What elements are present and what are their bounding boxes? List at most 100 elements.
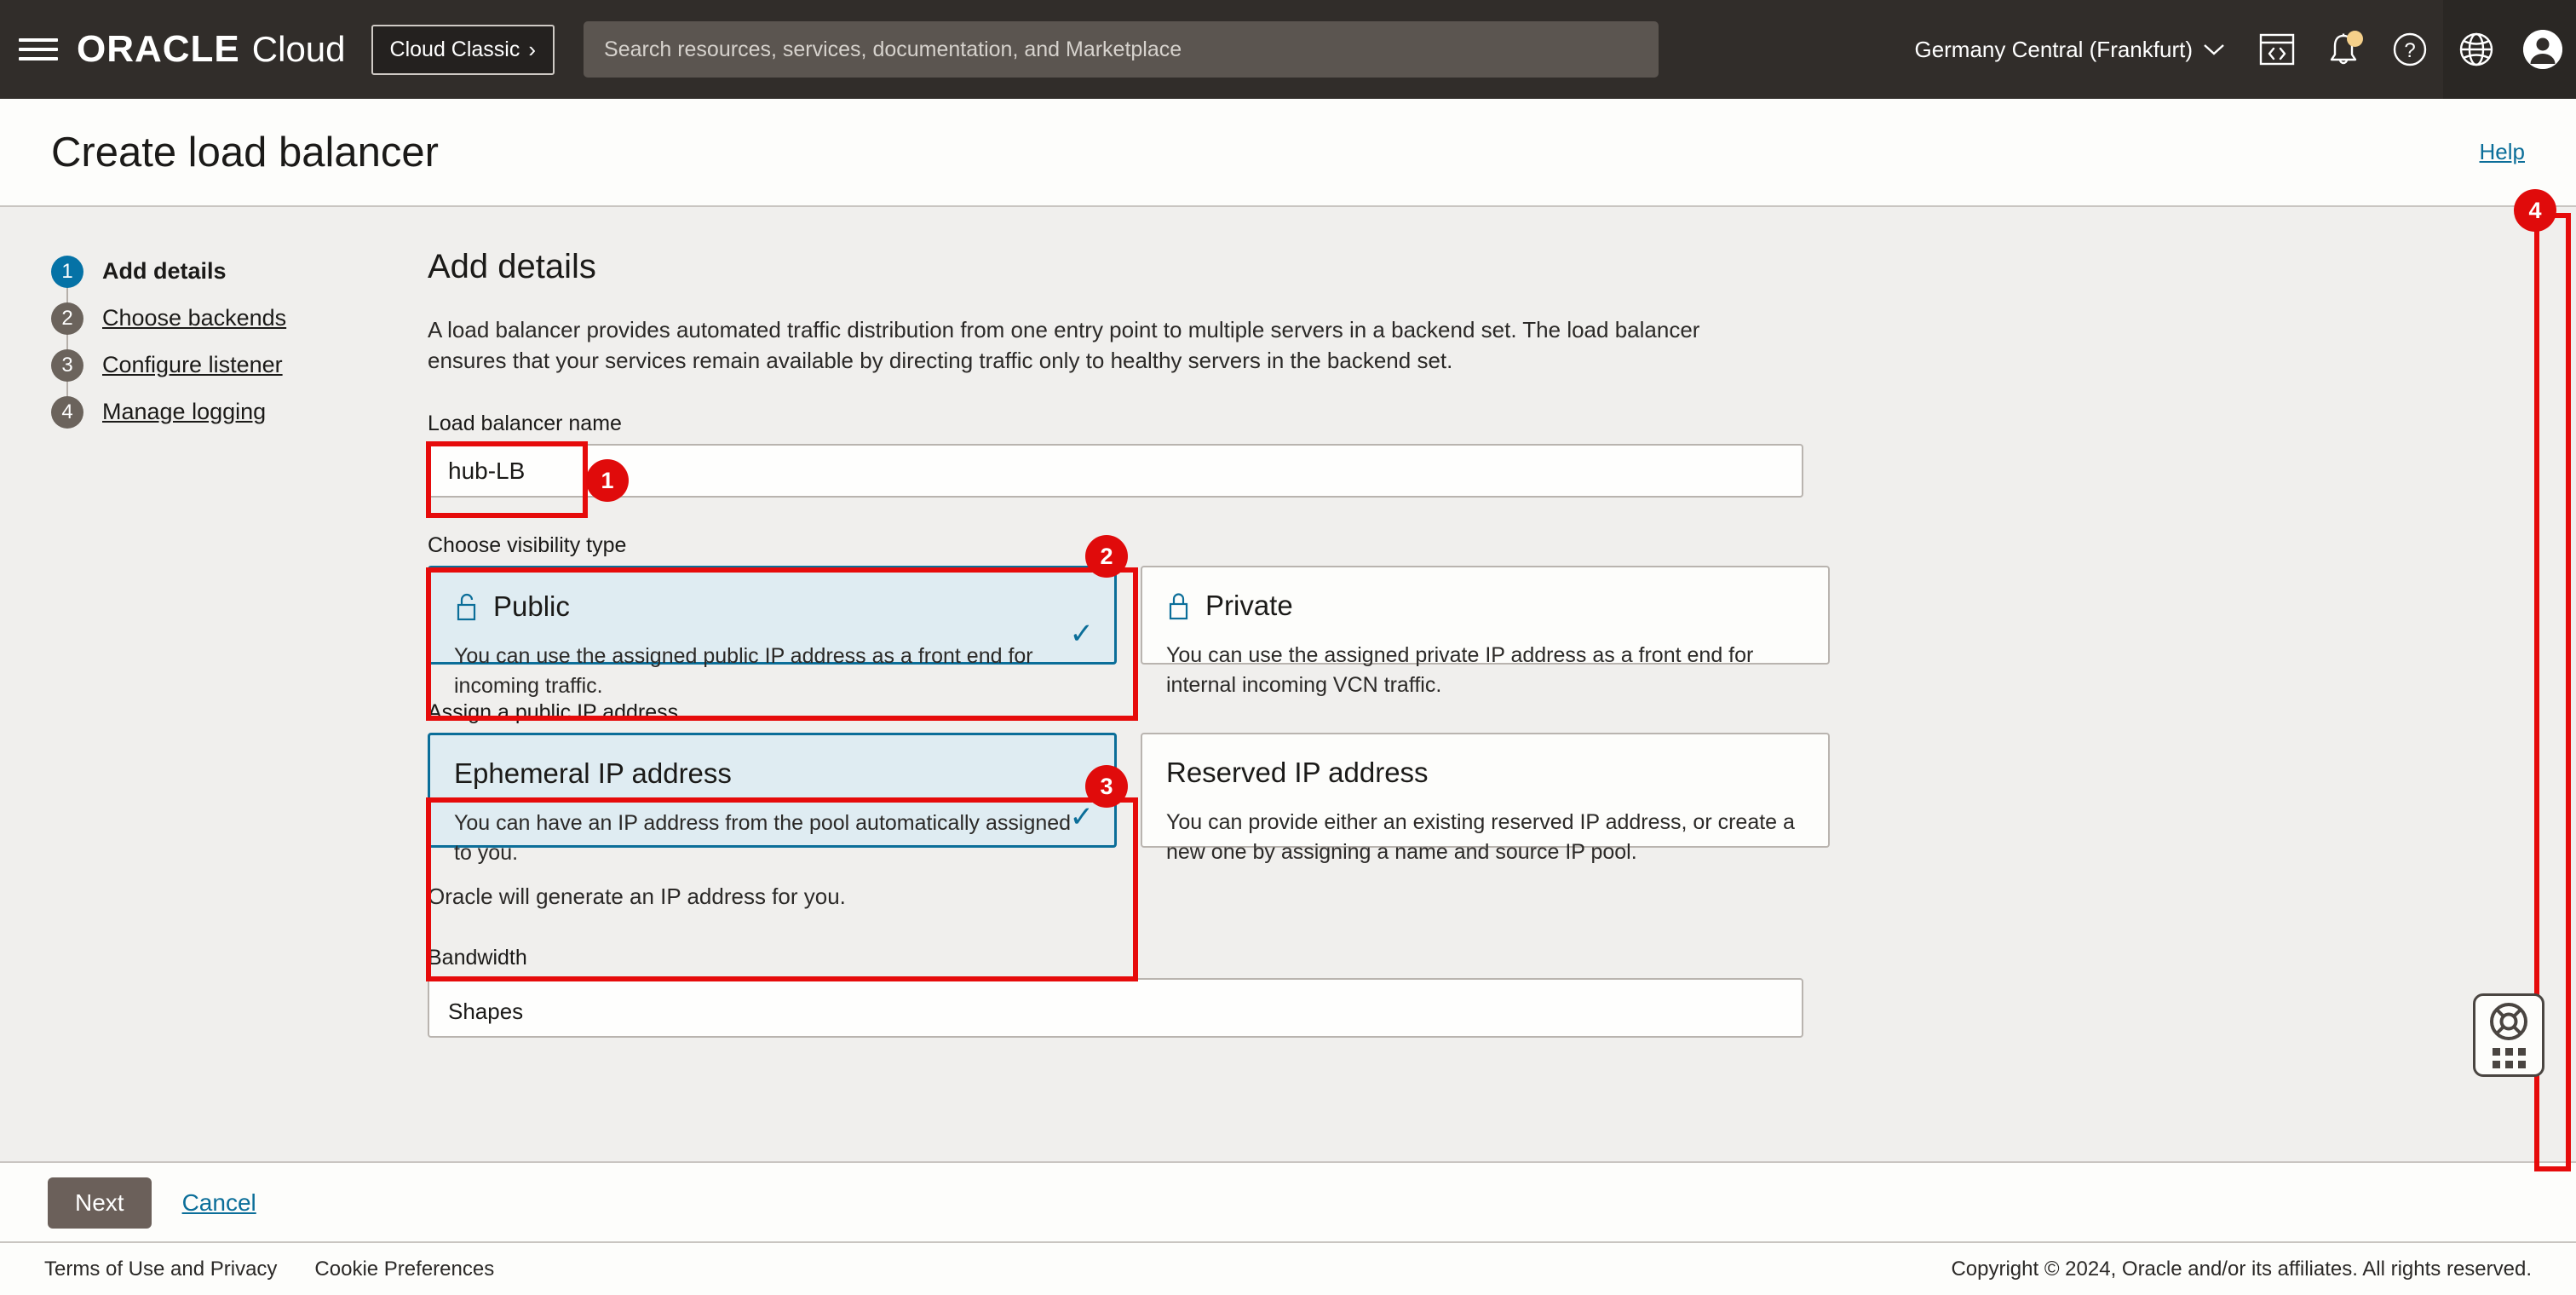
- dot: [2518, 1048, 2526, 1056]
- language-globe-icon[interactable]: [2443, 0, 2510, 99]
- lock-closed-icon: [1166, 591, 1192, 620]
- top-navigation-bar: ORACLE Cloud Cloud Classic › Search reso…: [0, 0, 2576, 99]
- card-title: Public: [493, 590, 570, 623]
- wizard-action-bar: Next Cancel: [0, 1165, 2576, 1243]
- notifications-bell-icon[interactable]: [2310, 0, 2377, 99]
- shapes-select-value: Shapes: [448, 999, 523, 1024]
- step-number: 1: [51, 256, 83, 288]
- top-nav-right-cluster: Germany Central (Frankfurt) ?: [1895, 0, 2576, 99]
- visibility-public-card[interactable]: Public You can use the assigned public I…: [428, 566, 1117, 665]
- globe-glyph: [2458, 31, 2495, 68]
- sidebar-step-add-details[interactable]: 1 Add details: [51, 248, 392, 295]
- selected-check-icon: ✓: [1070, 619, 1095, 648]
- page-header: Create load balancer Help: [0, 99, 2576, 207]
- load-balancer-name-value: hub-LB: [448, 458, 525, 485]
- cloud-classic-button[interactable]: Cloud Classic ›: [371, 25, 555, 75]
- selected-check-icon: ✓: [1070, 803, 1095, 832]
- card-header: Ephemeral IP address: [454, 757, 1090, 790]
- terms-of-use-link[interactable]: Terms of Use and Privacy: [44, 1258, 277, 1281]
- annotation-badge-4: 4: [2514, 189, 2556, 232]
- step-number: 2: [51, 302, 83, 335]
- sidebar-step-configure-listener[interactable]: 3 Configure listener: [51, 342, 392, 388]
- search-placeholder-text: Search resources, services, documentatio…: [604, 37, 1182, 62]
- add-details-form: Add details A load balancer provides aut…: [428, 248, 1876, 1038]
- load-balancer-name-input[interactable]: hub-LB: [428, 444, 1803, 498]
- reserved-ip-card[interactable]: Reserved IP address You can provide eith…: [1141, 733, 1830, 848]
- hamburger-line: [19, 38, 58, 42]
- card-title: Ephemeral IP address: [454, 757, 732, 790]
- cookie-preferences-link[interactable]: Cookie Preferences: [314, 1258, 494, 1281]
- hamburger-line: [19, 48, 58, 51]
- hamburger-menu-icon[interactable]: [19, 35, 58, 64]
- page-title: Create load balancer: [51, 129, 439, 176]
- section-description: A load balancer provides automated traff…: [428, 315, 1731, 376]
- help-question-icon[interactable]: ?: [2377, 0, 2443, 99]
- hamburger-line: [19, 57, 58, 60]
- help-link[interactable]: Help: [2480, 139, 2525, 165]
- ip-generation-note: Oracle will generate an IP address for y…: [428, 883, 1876, 910]
- support-help-widget[interactable]: [2473, 993, 2544, 1077]
- region-selector[interactable]: Germany Central (Frankfurt): [1895, 37, 2244, 63]
- annotation-badge-2: 2: [1085, 535, 1128, 578]
- next-button[interactable]: Next: [48, 1177, 152, 1229]
- assign-public-ip-label: Assign a public IP address: [428, 700, 1876, 725]
- wizard-step-list: 1 Add details 2 Choose backends 3 Config…: [51, 248, 392, 435]
- cloud-classic-label: Cloud Classic: [390, 37, 520, 62]
- avatar: [2523, 30, 2562, 69]
- dot: [2493, 1048, 2500, 1056]
- section-heading: Add details: [428, 248, 1876, 286]
- step-number: 4: [51, 396, 83, 429]
- user-avatar-icon[interactable]: Profile: [2510, 0, 2576, 99]
- wizard-body: 1 Add details 2 Choose backends 3 Config…: [0, 207, 2576, 1163]
- logo-oracle-text: ORACLE: [77, 28, 240, 71]
- card-header: Public: [454, 590, 1090, 623]
- card-title: Reserved IP address: [1166, 757, 1429, 789]
- svg-text:?: ?: [2404, 39, 2415, 62]
- card-header: Private: [1166, 590, 1804, 622]
- cancel-link[interactable]: Cancel: [182, 1189, 256, 1217]
- step-label: Add details: [102, 258, 227, 285]
- annotation-badge-1: 1: [586, 459, 629, 502]
- card-description: You can provide either an existing reser…: [1166, 808, 1804, 866]
- lifesaver-support-icon: [2489, 1002, 2528, 1041]
- dot: [2505, 1048, 2513, 1056]
- page-footer: Terms of Use and Privacy Cookie Preferen…: [0, 1243, 2576, 1295]
- sidebar-step-choose-backends[interactable]: 2 Choose backends: [51, 295, 392, 342]
- person-glyph: [2523, 30, 2562, 69]
- annotation-badge-3: 3: [1085, 765, 1128, 808]
- ip-assignment-card-row: Ephemeral IP address You can have an IP …: [428, 733, 1876, 848]
- step-label: Choose backends: [102, 305, 286, 331]
- card-description: You can use the assigned private IP addr…: [1166, 641, 1804, 699]
- visibility-type-card-row: Public You can use the assigned public I…: [428, 566, 1876, 665]
- card-title: Private: [1205, 590, 1293, 622]
- logo-cloud-text: Cloud: [252, 29, 346, 70]
- load-balancer-name-label: Load balancer name: [428, 412, 1876, 436]
- code-editor-glyph: [2259, 33, 2295, 66]
- code-editor-icon[interactable]: [2244, 0, 2310, 99]
- chevron-right-icon: ›: [528, 37, 536, 63]
- dot: [2505, 1061, 2513, 1068]
- visibility-private-card[interactable]: Private You can use the assigned private…: [1141, 566, 1830, 665]
- ephemeral-ip-card[interactable]: Ephemeral IP address You can have an IP …: [428, 733, 1117, 848]
- step-number: 3: [51, 349, 83, 382]
- global-search-input[interactable]: Search resources, services, documentatio…: [584, 21, 1659, 78]
- drag-handle-dots-icon[interactable]: [2493, 1048, 2526, 1068]
- card-description: You can have an IP address from the pool…: [454, 809, 1090, 867]
- step-label: Manage logging: [102, 399, 266, 425]
- question-circle-glyph: ?: [2392, 32, 2428, 67]
- card-description: You can use the assigned public IP addre…: [454, 642, 1090, 700]
- card-header: Reserved IP address: [1166, 757, 1804, 789]
- notification-badge-dot: [2347, 31, 2363, 47]
- bandwidth-label: Bandwidth: [428, 946, 1876, 970]
- dot: [2493, 1061, 2500, 1068]
- dot: [2518, 1061, 2526, 1068]
- shapes-select[interactable]: Shapes: [428, 978, 1803, 1038]
- unlock-open-icon: [454, 592, 480, 621]
- region-label: Germany Central (Frankfurt): [1914, 37, 2193, 63]
- visibility-type-label: Choose visibility type: [428, 533, 1876, 558]
- oracle-cloud-logo[interactable]: ORACLE Cloud: [77, 28, 346, 71]
- copyright-text: Copyright © 2024, Oracle and/or its affi…: [1951, 1258, 2532, 1281]
- step-label: Configure listener: [102, 352, 283, 378]
- chevron-down-icon: [2203, 43, 2225, 56]
- sidebar-step-manage-logging[interactable]: 4 Manage logging: [51, 388, 392, 435]
